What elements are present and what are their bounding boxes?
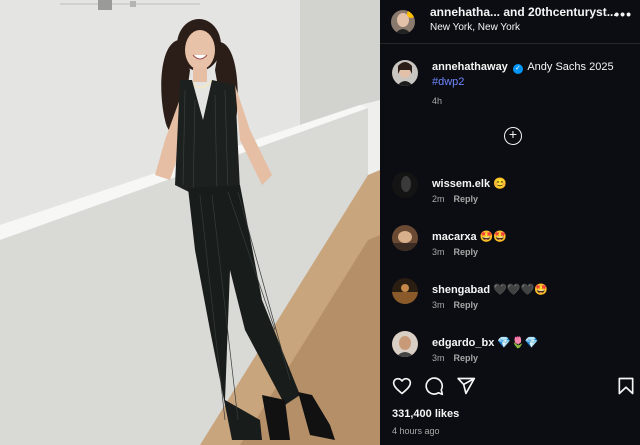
reply-button[interactable]: Reply (454, 353, 479, 363)
comment-username[interactable]: macarxa (432, 231, 477, 243)
author-names-link[interactable]: annehatha... and 20thcenturyst... (430, 5, 617, 19)
caption-avatar[interactable] (392, 60, 418, 86)
location-link[interactable]: New York, New York (430, 22, 520, 33)
comment-text: 💎🌷💎 (497, 337, 539, 349)
comment-icon[interactable] (424, 376, 444, 396)
caption-avatar-image (392, 60, 418, 86)
more-options-icon[interactable]: ••• (614, 6, 632, 22)
comment-meta: 3m Reply (432, 247, 478, 257)
comment-time: 3m (432, 247, 445, 257)
comment-avatar-image (392, 331, 418, 357)
reply-button[interactable]: Reply (454, 247, 479, 257)
comment-line: shengabad 🖤🖤🖤🤩 (432, 283, 548, 296)
author-avatar[interactable] (391, 10, 415, 34)
comment-username[interactable]: shengabad (432, 284, 490, 296)
posted-time: 4 hours ago (392, 426, 440, 436)
comment-item: macarxa 🤩🤩 3m Reply (380, 225, 640, 265)
comment-time: 3m (432, 353, 445, 363)
comment-username[interactable]: edgardo_bx (432, 337, 494, 349)
comment-item: edgardo_bx 💎🌷💎 3m Reply (380, 331, 640, 371)
comment-meta: 3m Reply (432, 353, 478, 363)
add-circle-icon[interactable]: + (504, 127, 522, 145)
author-avatar-image (391, 10, 415, 34)
comment-avatar[interactable] (392, 331, 418, 357)
comment-time: 2m (432, 194, 445, 204)
post-header: annehatha... and 20thcenturyst... New Yo… (380, 0, 640, 44)
comment-avatar[interactable] (392, 172, 418, 198)
caption-time: 4h (432, 96, 443, 106)
comment-text: 🤩🤩 (479, 231, 508, 243)
verified-badge-icon: ✓ (512, 64, 523, 74)
comment-meta: 3m Reply (432, 300, 478, 310)
comment-avatar[interactable] (392, 225, 418, 251)
share-icon[interactable] (456, 376, 476, 396)
reply-button[interactable]: Reply (454, 300, 479, 310)
comment-line: edgardo_bx 💎🌷💎 (432, 336, 538, 349)
reply-button[interactable]: Reply (454, 194, 479, 204)
comment-item: wissem.elk 😊 2m Reply (380, 172, 640, 212)
caption-username[interactable]: annehathaway (432, 61, 508, 73)
caption-text: Andy Sachs 2025 (527, 61, 614, 73)
comment-time: 3m (432, 300, 445, 310)
action-bar (380, 372, 640, 400)
comment-text: 🖤🖤🖤🤩 (493, 284, 548, 296)
comment-meta: 2m Reply (432, 194, 478, 204)
comment-line: macarxa 🤩🤩 (432, 230, 507, 243)
photo-illustration (0, 0, 380, 445)
comment-text: 😊 (493, 178, 507, 190)
comment-line: wissem.elk 😊 (432, 177, 507, 190)
heart-icon[interactable] (392, 376, 412, 396)
post-photo[interactable] (0, 0, 380, 445)
caption-line: annehathaway ✓ Andy Sachs 2025 (432, 61, 614, 74)
bookmark-icon[interactable] (616, 376, 636, 396)
comment-username[interactable]: wissem.elk (432, 178, 490, 190)
comment-avatar-image (392, 278, 418, 304)
comment-avatar-image (392, 172, 418, 198)
comment-item: shengabad 🖤🖤🖤🤩 3m Reply (380, 278, 640, 318)
likes-count[interactable]: 331,400 likes (392, 408, 459, 420)
comment-avatar-image (392, 225, 418, 251)
hashtag-link[interactable]: #dwp2 (432, 76, 464, 88)
post-details-panel: annehatha... and 20thcenturyst... New Yo… (380, 0, 640, 445)
comment-avatar[interactable] (392, 278, 418, 304)
